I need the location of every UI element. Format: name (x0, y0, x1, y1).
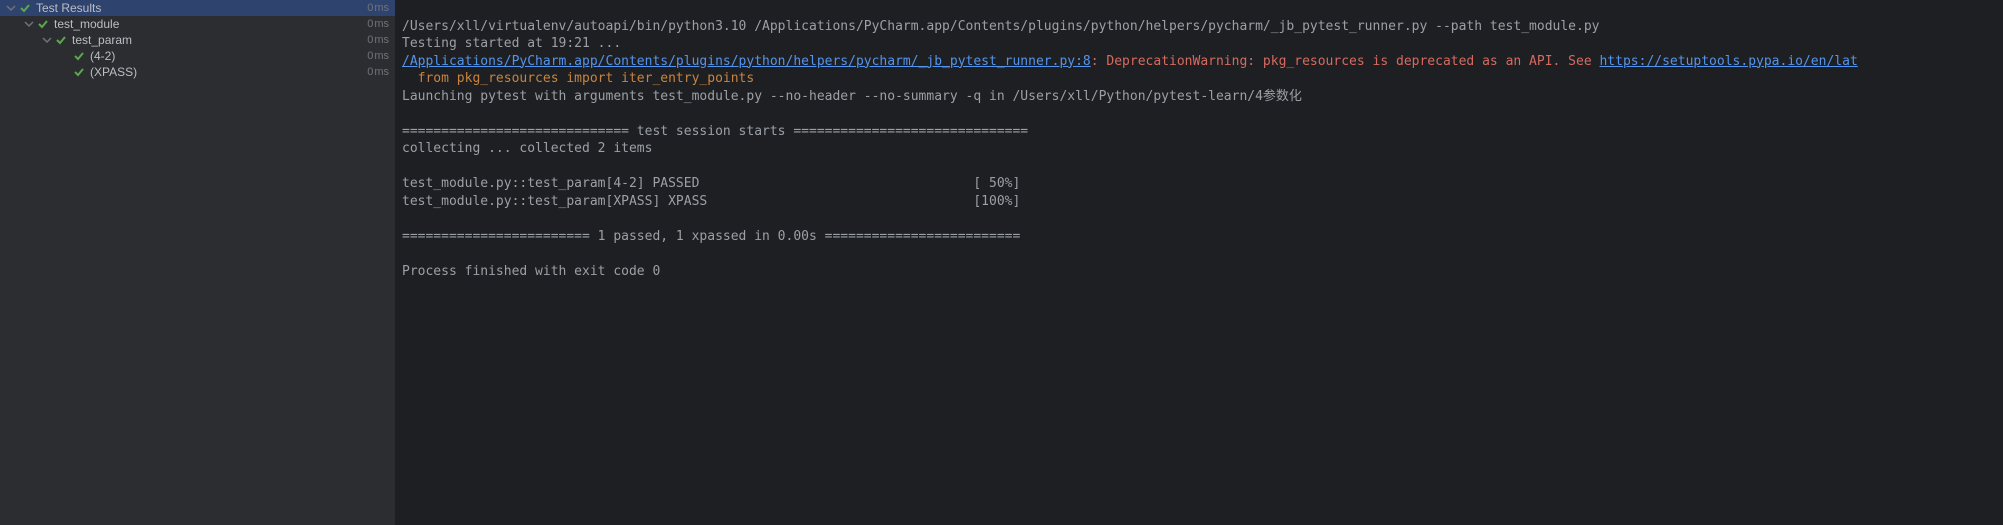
tree-module-row[interactable]: test_module 0ms (0, 16, 395, 32)
console-collecting: collecting ... collected 2 items (402, 141, 652, 156)
test-passed-icon (54, 34, 68, 46)
chevron-down-icon[interactable] (40, 35, 54, 45)
chevron-down-icon[interactable] (22, 19, 36, 29)
console-session-start: ============================= test sessi… (402, 124, 1028, 139)
console-item1: test_module.py::test_param[4-2] PASSED [… (402, 176, 1020, 191)
tree-root-time: 0ms (367, 2, 389, 14)
tree-root-row[interactable]: Test Results 0ms (0, 0, 395, 16)
console-item2: test_module.py::test_param[XPASS] XPASS … (402, 194, 1020, 209)
test-results-tree: Test Results 0ms test_module 0ms test_pa… (0, 0, 396, 525)
tree-module-time: 0ms (367, 18, 389, 30)
tree-case2-row[interactable]: (XPASS) 0ms (0, 64, 395, 80)
file-link[interactable]: /Applications/PyCharm.app/Contents/plugi… (402, 54, 1091, 69)
console-started: Testing started at 19:21 ... (402, 36, 621, 51)
tree-root-label: Test Results (36, 1, 367, 15)
console-output[interactable]: /Users/xll/virtualenv/autoapi/bin/python… (396, 0, 2003, 525)
tree-case2-label: (XPASS) (90, 65, 367, 79)
test-passed-icon (18, 2, 32, 14)
tree-case1-time: 0ms (367, 50, 389, 62)
tree-param-row[interactable]: test_param 0ms (0, 32, 395, 48)
console-exit: Process finished with exit code 0 (402, 264, 660, 279)
chevron-down-icon[interactable] (4, 3, 18, 13)
tree-case1-row[interactable]: (4-2) 0ms (0, 48, 395, 64)
console-launching: Launching pytest with arguments test_mod… (402, 89, 1302, 104)
deprecation-head: : DeprecationWarning: pkg_resources is d… (1091, 54, 1600, 69)
tree-case1-label: (4-2) (90, 49, 367, 63)
tree-param-label: test_param (72, 33, 367, 47)
console-summary: ======================== 1 passed, 1 xpa… (402, 229, 1020, 244)
test-passed-icon (36, 18, 50, 30)
test-passed-icon (72, 50, 86, 62)
tree-case2-time: 0ms (367, 66, 389, 78)
console-cmd: /Users/xll/virtualenv/autoapi/bin/python… (402, 19, 1599, 34)
deprecation-body: from pkg_resources import iter_entry_poi… (402, 71, 754, 86)
test-passed-icon (72, 66, 86, 78)
tree-param-time: 0ms (367, 34, 389, 46)
url-link[interactable]: https://setuptools.pypa.io/en/lat (1599, 54, 1857, 69)
console-deprecation-line: /Applications/PyCharm.app/Contents/plugi… (402, 54, 1858, 69)
tree-module-label: test_module (54, 17, 367, 31)
